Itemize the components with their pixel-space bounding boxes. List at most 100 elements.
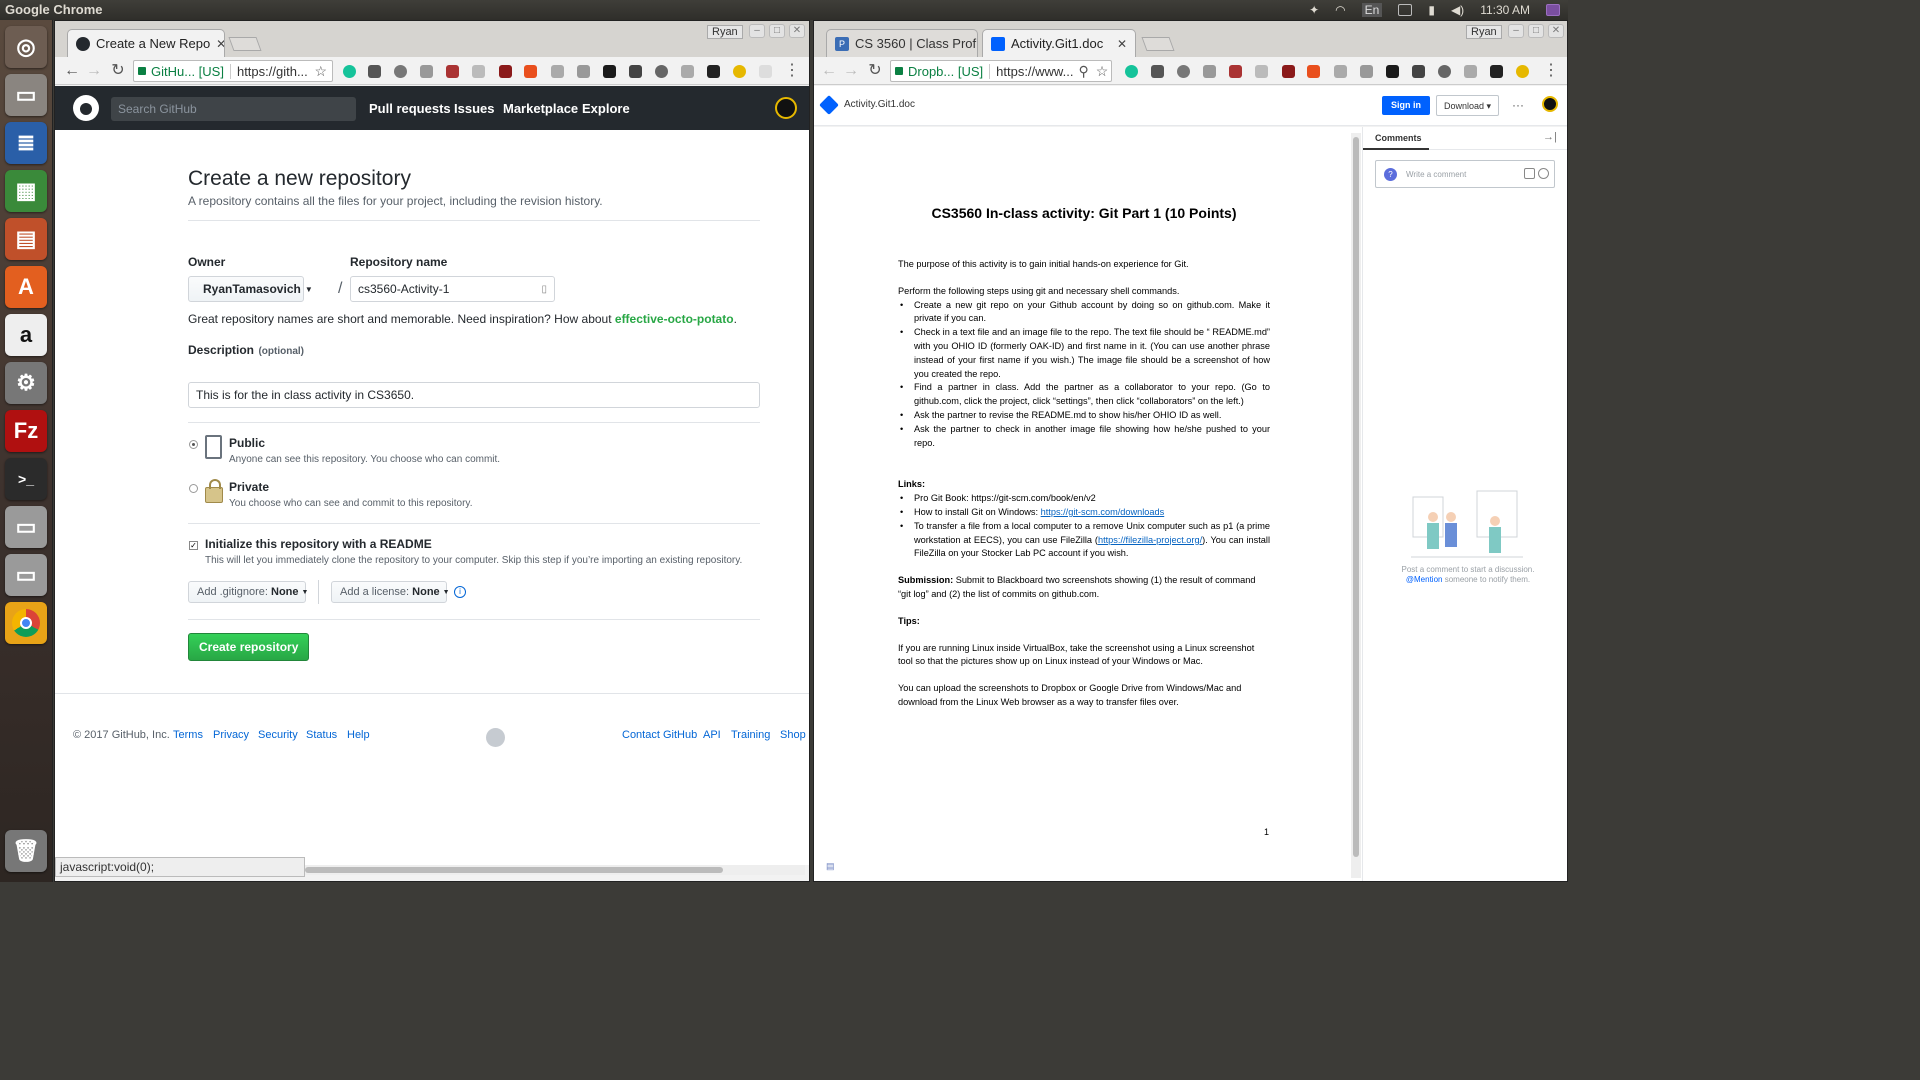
filezilla-link[interactable]: https://filezilla-project.org/ [1098,535,1202,545]
private-title[interactable]: Private [229,480,269,494]
extension-3-icon[interactable] [1203,65,1216,78]
footer-status-link[interactable]: Status [306,729,337,741]
close-window-icon[interactable]: ✕ [1548,24,1564,38]
init-readme-title[interactable]: Initialize this repository with a README [205,537,432,551]
nav-marketplace[interactable]: Marketplace [503,101,578,116]
footer-privacy-link[interactable]: Privacy [213,729,249,741]
extension-5-icon[interactable] [472,65,485,78]
tab-class-profile[interactable]: P CS 3560 | Class Prof ✕ [826,29,978,57]
extension-10-icon[interactable] [1464,65,1477,78]
minimize-icon[interactable]: – [1508,24,1524,38]
battery-icon[interactable]: ▮ [1428,3,1435,17]
secure-indicator[interactable]: Dropb... [US] [891,63,991,79]
extension-4-icon[interactable] [446,65,459,78]
close-tab-icon[interactable]: ✕ [1111,37,1127,51]
owner-select[interactable]: RyanTamasovich ▼ [188,276,313,302]
horizontal-scrollbar[interactable] [305,865,805,875]
terminal-icon[interactable]: >_ [5,458,47,500]
zoom-icon[interactable]: ⚲ [1073,63,1090,80]
extension-icon[interactable] [1151,65,1164,78]
software-center-icon[interactable]: A [5,266,47,308]
minimize-icon[interactable]: – [749,24,765,38]
extension-5-icon[interactable] [1255,65,1268,78]
office-icon[interactable] [1307,65,1320,78]
extension-4-icon[interactable] [1229,65,1242,78]
chrome-icon[interactable] [5,602,47,644]
github-logo-icon[interactable] [73,95,99,121]
git-download-link[interactable]: https://git-scm.com/downloads [1041,507,1165,517]
extension-9-icon[interactable] [655,65,668,78]
comment-attach-icon[interactable] [1524,168,1535,179]
trash-icon[interactable]: 🗑 [5,830,47,872]
secure-indicator[interactable]: GitHu... [US] [134,63,231,79]
github-search-input[interactable]: Search GitHub [111,97,356,121]
session-icon[interactable] [1546,4,1560,16]
public-radio[interactable] [189,440,198,449]
footer-security-link[interactable]: Security [258,729,298,741]
maximize-icon[interactable]: □ [769,24,785,38]
network-icon[interactable]: ◠ [1335,3,1345,17]
license-select[interactable]: Add a license: None ▼ [331,581,450,603]
close-window-icon[interactable]: ✕ [789,24,805,38]
extension-8-icon[interactable] [1386,65,1399,78]
extension-2-icon[interactable] [1177,65,1190,78]
profile-button[interactable]: Ryan [707,25,743,39]
profile-button[interactable]: Ryan [1466,25,1502,39]
footer-training-link[interactable]: Training [731,729,770,741]
grammarly-icon[interactable] [1125,65,1138,78]
reload-icon[interactable]: ↻ [109,62,127,80]
chrome-menu-icon[interactable]: ⋮ [1542,62,1560,80]
name-suggestion-link[interactable]: effective-octo-potato [615,312,734,326]
ublock-icon[interactable] [1282,65,1295,78]
public-title[interactable]: Public [229,436,265,450]
settings-icon[interactable]: ⚙ [5,362,47,404]
scrollbar-thumb[interactable] [1353,137,1359,857]
mail-icon[interactable] [1398,4,1413,16]
extension-7-icon[interactable] [577,65,590,78]
footer-help-link[interactable]: Help [347,729,370,741]
extension-11-icon[interactable] [707,65,720,78]
mention-link[interactable]: @Mention [1406,575,1443,584]
amazon-icon[interactable]: a [5,314,47,356]
extension-8-icon[interactable] [603,65,616,78]
tab-activity-doc[interactable]: Activity.Git1.doc ✕ [982,29,1136,57]
avatar[interactable] [775,97,797,119]
extension-12-icon[interactable] [1516,65,1529,78]
dropbox-tray-icon[interactable]: ✦ [1309,3,1319,17]
mh-extension-icon[interactable] [1412,65,1425,78]
close-tab-icon[interactable]: ✕ [976,37,977,51]
footer-shop-link[interactable]: Shop [780,729,806,741]
extension-13-icon[interactable] [759,65,772,78]
new-tab-button[interactable] [228,37,262,51]
omnibox[interactable]: Dropb... [US] https://www... ⚲ ☆ [890,60,1112,82]
bookmark-star-icon[interactable]: ☆ [309,63,332,80]
collapse-panel-icon[interactable]: →| [1543,131,1557,143]
extension-6-icon[interactable] [1334,65,1347,78]
info-icon[interactable]: i [454,586,466,598]
download-button[interactable]: Download ▾ [1436,95,1500,116]
password-manager-icon[interactable]: ▯ [541,284,547,295]
volume-icon[interactable]: ◀) [1451,3,1464,17]
nav-pull-requests[interactable]: Pull requests [369,101,451,116]
comments-title[interactable]: Comments [1375,133,1422,143]
dash-home-icon[interactable]: ◎ [5,26,47,68]
scrollbar-thumb[interactable] [305,867,723,873]
extension-6-icon[interactable] [551,65,564,78]
bookmark-star-icon[interactable]: ☆ [1091,63,1111,80]
extension-icon[interactable] [368,65,381,78]
drive-2-icon[interactable]: ▭ [5,554,47,596]
footer-api-link[interactable]: API [703,729,721,741]
footer-contact-link[interactable]: Contact GitHub [622,729,697,741]
ublock-icon[interactable] [499,65,512,78]
repo-name-input[interactable]: cs3560-Activity-1 ▯ [350,276,555,302]
init-readme-checkbox[interactable]: ✓ [189,541,198,550]
filezilla-icon[interactable]: Fz [5,410,47,452]
impress-icon[interactable]: ▤ [5,218,47,260]
back-icon[interactable]: ← [820,62,838,80]
new-tab-button[interactable] [1141,37,1175,51]
maximize-icon[interactable]: □ [1528,24,1544,38]
extension-2-icon[interactable] [394,65,407,78]
grammarly-icon[interactable] [343,65,356,78]
tab-create-repo[interactable]: Create a New Repo ✕ [67,29,225,57]
chrome-menu-icon[interactable]: ⋮ [783,62,801,80]
